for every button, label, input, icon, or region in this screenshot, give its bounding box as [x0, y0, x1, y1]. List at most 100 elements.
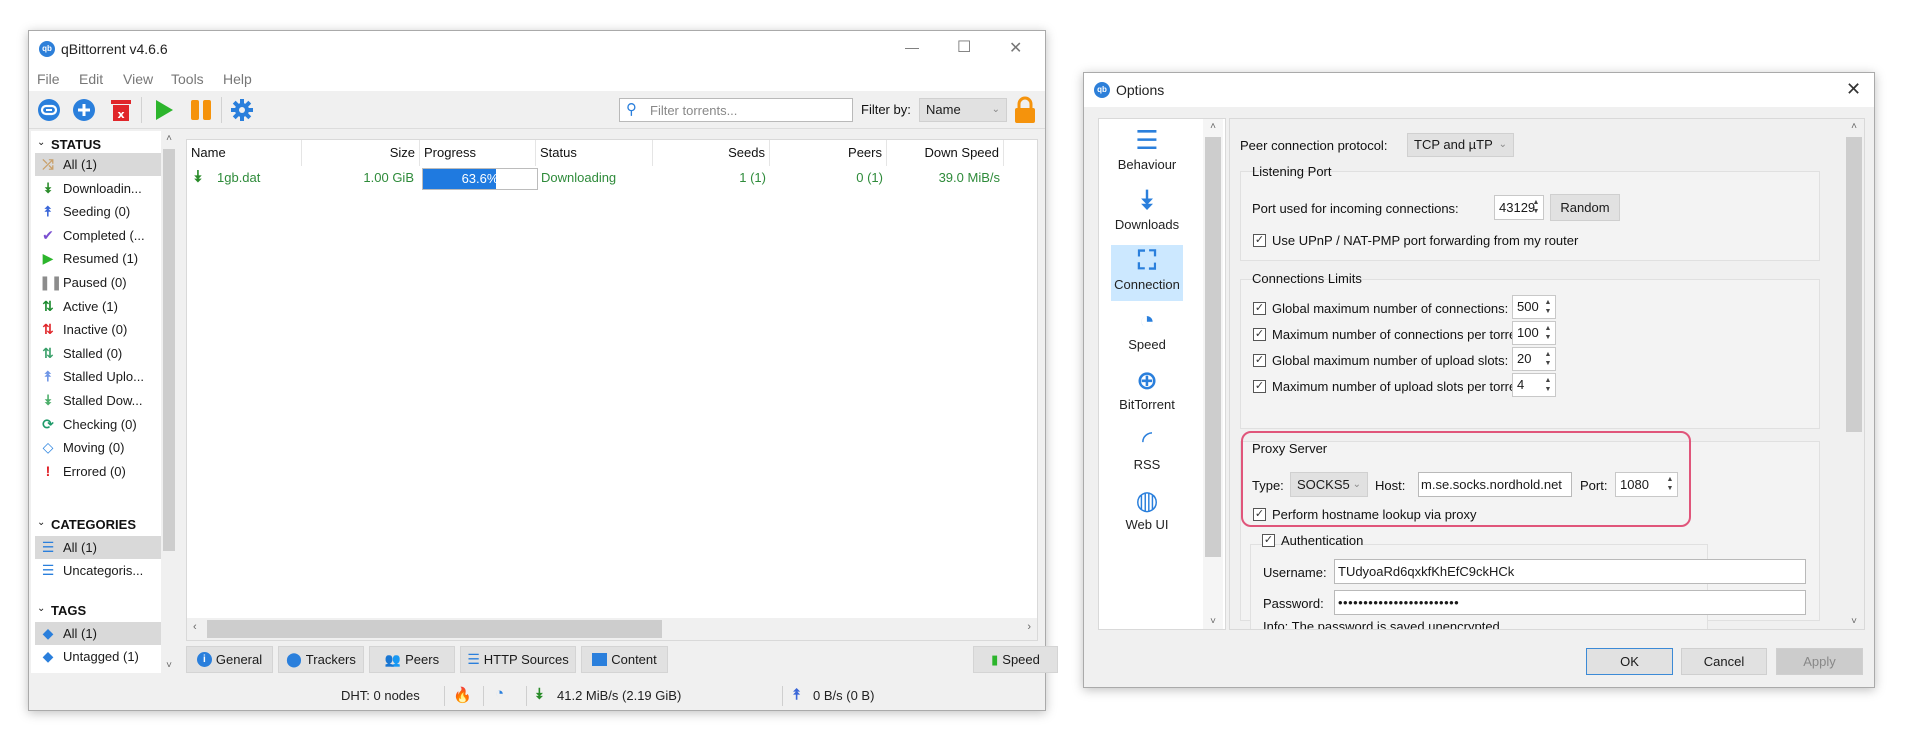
- apply-button[interactable]: Apply: [1776, 648, 1863, 675]
- download-speed[interactable]: 41.2 MiB/s (2.19 GiB): [557, 688, 681, 703]
- scrollbar-thumb[interactable]: [207, 620, 662, 638]
- spin-up-icon[interactable]: ▲: [1544, 351, 1552, 359]
- options-nav-connection[interactable]: ⛶ Connection: [1111, 245, 1183, 301]
- proxy-type-select[interactable]: SOCKS5 ⌄: [1290, 472, 1368, 497]
- sidebar-scrollbar[interactable]: ˄ ˅: [161, 131, 177, 673]
- categories-collapse-icon[interactable]: ⌄: [37, 517, 45, 528]
- tag-all[interactable]: ◆ All (1): [35, 622, 161, 645]
- add-link-button[interactable]: [35, 96, 63, 124]
- port-spinbox[interactable]: 43129 ▲ ▼: [1494, 195, 1544, 220]
- password-input[interactable]: ••••••••••••••••••••••••: [1334, 590, 1806, 615]
- status-filter-item[interactable]: ⤮ All (1): [35, 153, 161, 176]
- spin-down-icon[interactable]: ▼: [1532, 208, 1540, 216]
- tab-peers[interactable]: 👥 Peers: [369, 646, 455, 673]
- table-row[interactable]: ⯯ 1gb.dat 1.00 GiB 63.6% Downloading 1 (…: [187, 167, 1037, 191]
- scrollbar-thumb[interactable]: [163, 149, 175, 551]
- nav-scrollbar[interactable]: ˄ ˅: [1203, 119, 1223, 629]
- connection-limit-checkbox[interactable]: ✓: [1253, 380, 1266, 393]
- scroll-down-icon[interactable]: ˅: [161, 660, 177, 671]
- lock-button[interactable]: [1013, 96, 1037, 127]
- scroll-up-icon[interactable]: ˄: [1203, 121, 1223, 132]
- column-down-speed[interactable]: Down Speed: [887, 140, 1004, 166]
- connection-limit-spinbox[interactable]: 20 ▲ ▼: [1512, 347, 1556, 371]
- scroll-up-icon[interactable]: ˄: [1844, 121, 1864, 132]
- scrollbar-thumb[interactable]: [1846, 137, 1862, 432]
- pause-button[interactable]: [187, 96, 215, 124]
- peer-protocol-select[interactable]: TCP and µTP ⌄: [1407, 133, 1514, 157]
- menu-file[interactable]: File: [37, 71, 60, 87]
- tab-http-sources[interactable]: ☰ HTTP Sources: [460, 646, 576, 673]
- status-filter-item[interactable]: ▶ Resumed (1): [35, 247, 161, 270]
- status-filter-item[interactable]: ◇ Moving (0): [35, 436, 161, 459]
- spin-down-icon[interactable]: ▼: [1666, 485, 1674, 493]
- status-filter-item[interactable]: ⇅ Inactive (0): [35, 318, 161, 341]
- maximize-button[interactable]: ☐: [957, 37, 971, 57]
- tags-collapse-icon[interactable]: ⌄: [37, 603, 45, 614]
- upload-speed[interactable]: 0 B/s (0 B): [813, 688, 874, 703]
- menu-tools[interactable]: Tools: [171, 71, 204, 87]
- status-filter-item[interactable]: ⇅ Active (1): [35, 295, 161, 318]
- resume-button[interactable]: [150, 96, 178, 124]
- cancel-button[interactable]: Cancel: [1681, 648, 1767, 675]
- authentication-checkbox[interactable]: ✓: [1262, 534, 1275, 547]
- status-filter-item[interactable]: ⯭ Seeding (0): [35, 200, 161, 223]
- speed-tab[interactable]: ▮ Speed: [973, 646, 1058, 673]
- dialog-close-button[interactable]: ✕: [1846, 79, 1861, 100]
- options-nav-rss[interactable]: ◜ RSS: [1111, 425, 1183, 481]
- options-nav-web-ui[interactable]: ◍ Web UI: [1111, 485, 1183, 541]
- column-name[interactable]: Name: [187, 140, 302, 166]
- add-torrent-button[interactable]: [70, 96, 98, 124]
- status-filter-item[interactable]: ⇅ Stalled (0): [35, 342, 161, 365]
- spin-up-icon[interactable]: ▲: [1544, 325, 1552, 333]
- connection-limit-checkbox[interactable]: ✓: [1253, 302, 1266, 315]
- tab-content[interactable]: Content: [581, 646, 668, 673]
- spin-up-icon[interactable]: ▲: [1544, 299, 1552, 307]
- column-size[interactable]: Size: [302, 140, 420, 166]
- proxy-host-input[interactable]: m.se.socks.nordhold.net: [1418, 472, 1572, 497]
- tab-general[interactable]: i General: [186, 646, 273, 673]
- spin-up-icon[interactable]: ▲: [1544, 377, 1552, 385]
- status-filter-item[interactable]: ❚❚ Paused (0): [35, 271, 161, 294]
- connection-limit-spinbox[interactable]: 500 ▲ ▼: [1512, 295, 1556, 319]
- delete-button[interactable]: x: [107, 96, 135, 124]
- options-nav-speed[interactable]: ◔ Speed: [1111, 305, 1183, 361]
- minimize-button[interactable]: —: [905, 39, 919, 55]
- horizontal-scrollbar[interactable]: ‹ ›: [187, 618, 1037, 640]
- spin-down-icon[interactable]: ▼: [1544, 334, 1552, 342]
- status-collapse-icon[interactable]: ⌄: [37, 137, 45, 148]
- status-filter-item[interactable]: ⯯ Stalled Dow...: [35, 389, 161, 412]
- proxy-port-spinbox[interactable]: 1080 ▲ ▼: [1615, 472, 1678, 497]
- filter-by-select[interactable]: Name ⌄: [919, 98, 1007, 122]
- speedometer-icon[interactable]: ◔: [495, 685, 504, 702]
- category-uncategorised[interactable]: ☰ Uncategoris...: [35, 559, 161, 582]
- connection-limit-spinbox[interactable]: 4 ▲ ▼: [1512, 373, 1556, 397]
- scroll-up-icon[interactable]: ˄: [161, 133, 177, 144]
- status-filter-item[interactable]: ⯭ Stalled Uplo...: [35, 365, 161, 388]
- options-nav-bittorrent[interactable]: ⊕ BitTorrent: [1111, 365, 1183, 421]
- column-peers[interactable]: Peers: [770, 140, 887, 166]
- scroll-down-icon[interactable]: ˅: [1203, 616, 1223, 627]
- options-nav-downloads[interactable]: ⯯ Downloads: [1111, 185, 1183, 241]
- random-port-button[interactable]: Random: [1550, 194, 1620, 221]
- spin-down-icon[interactable]: ▼: [1544, 308, 1552, 316]
- column-status[interactable]: Status: [536, 140, 653, 166]
- connection-limit-spinbox[interactable]: 100 ▲ ▼: [1512, 321, 1556, 345]
- status-filter-item[interactable]: ! Errored (0): [35, 460, 161, 483]
- menu-edit[interactable]: Edit: [79, 71, 103, 87]
- status-filter-item[interactable]: ⯯ Downloadin...: [35, 177, 161, 200]
- close-button[interactable]: ✕: [1009, 38, 1022, 58]
- tag-untagged[interactable]: ◆ Untagged (1): [35, 645, 161, 668]
- options-button[interactable]: [228, 96, 256, 124]
- spin-down-icon[interactable]: ▼: [1544, 386, 1552, 394]
- upnp-checkbox[interactable]: ✓: [1253, 234, 1266, 247]
- category-all[interactable]: ☰ All (1): [35, 536, 161, 559]
- scroll-right-icon[interactable]: ›: [1027, 621, 1031, 633]
- menu-view[interactable]: View: [123, 71, 153, 87]
- username-input[interactable]: TUdyoaRd6qxkfKhEfC9ckHCk: [1334, 559, 1806, 584]
- hostname-lookup-checkbox[interactable]: ✓: [1253, 508, 1266, 521]
- options-nav-behaviour[interactable]: ☰ Behaviour: [1111, 125, 1183, 181]
- spin-up-icon[interactable]: ▲: [1666, 476, 1674, 484]
- scrollbar-thumb[interactable]: [1205, 137, 1221, 557]
- status-filter-item[interactable]: ✔ Completed (...: [35, 224, 161, 247]
- column-seeds[interactable]: Seeds: [653, 140, 770, 166]
